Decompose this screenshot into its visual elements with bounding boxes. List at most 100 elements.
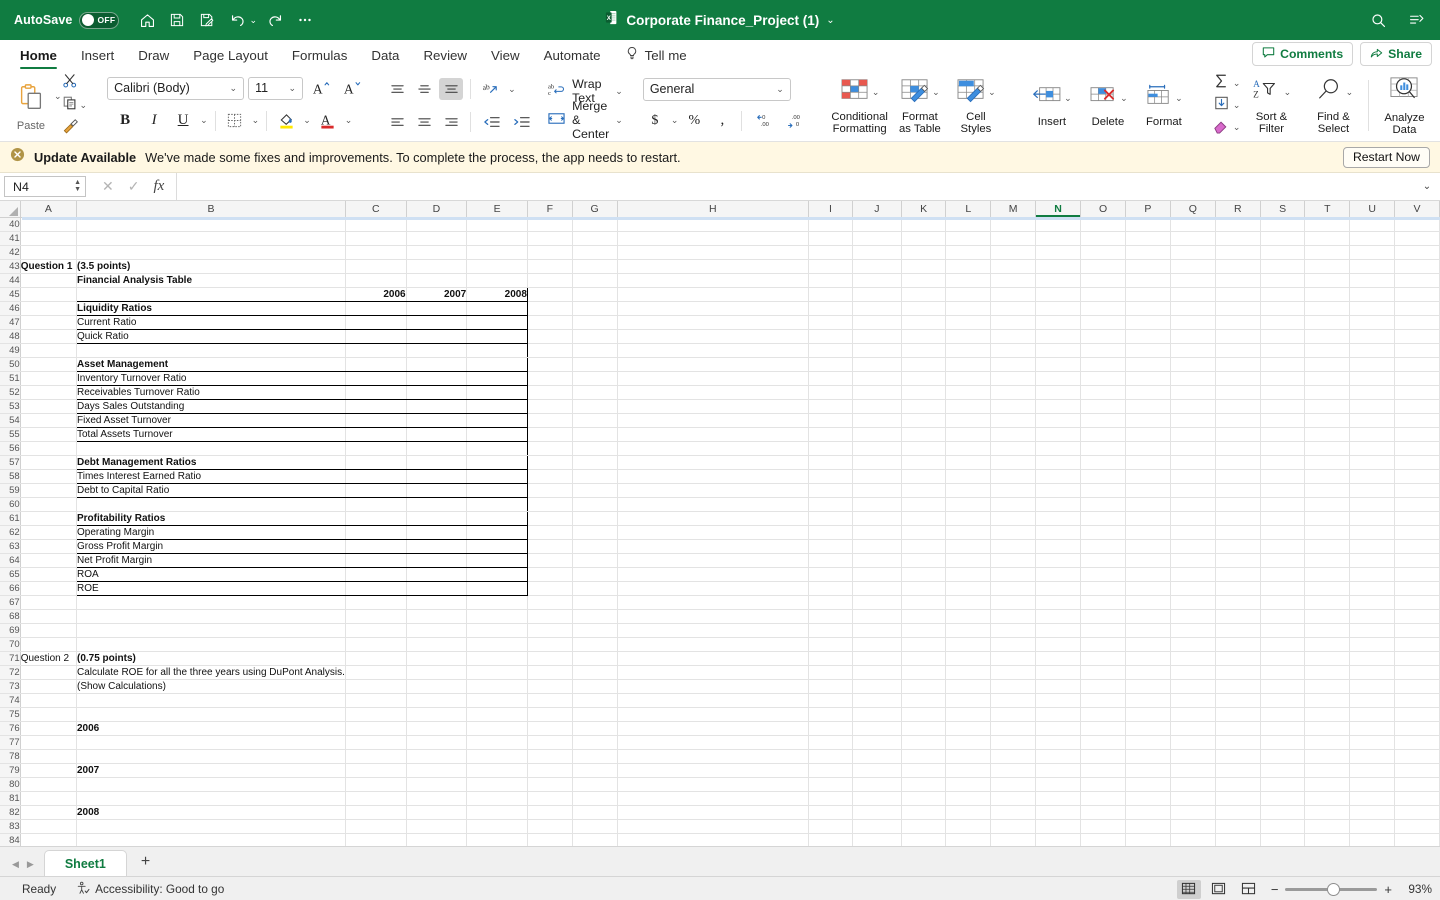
row-header-43[interactable]: 43 bbox=[0, 259, 21, 274]
cell-N77[interactable] bbox=[1035, 735, 1082, 750]
grid-table[interactable]: A B C D E F G H I J K L M N O P Q R S T U V 40 41 42 43 Question 1… bbox=[0, 201, 1440, 846]
cell-E77[interactable] bbox=[466, 735, 528, 750]
cell-R74[interactable] bbox=[1215, 693, 1261, 708]
cell-U57[interactable] bbox=[1349, 455, 1396, 470]
orientation-button[interactable]: ab bbox=[478, 78, 505, 100]
cell-V61[interactable] bbox=[1394, 511, 1440, 526]
cell-O84[interactable] bbox=[1080, 833, 1127, 846]
cell-Q53[interactable] bbox=[1170, 399, 1216, 414]
column-header-G[interactable]: G bbox=[572, 201, 618, 218]
cell-G65[interactable] bbox=[572, 567, 618, 582]
cell-R53[interactable] bbox=[1215, 399, 1261, 414]
cell-I45[interactable] bbox=[808, 287, 853, 302]
cell-D58[interactable] bbox=[405, 469, 468, 484]
analyze-data-button[interactable]: Analyze Data bbox=[1373, 70, 1435, 141]
cell-I57[interactable] bbox=[808, 455, 853, 470]
table-row[interactable]: 72 Calculate ROE for all the three years … bbox=[0, 665, 1440, 680]
cell-S77[interactable] bbox=[1260, 735, 1306, 750]
cell-S53[interactable] bbox=[1260, 399, 1306, 414]
table-row[interactable]: 63 Gross Profit Margin bbox=[0, 539, 1440, 554]
cell-U50[interactable] bbox=[1349, 357, 1396, 372]
cell-U43[interactable] bbox=[1349, 259, 1396, 274]
cell-L84[interactable] bbox=[945, 833, 992, 846]
cell-F75[interactable] bbox=[527, 707, 573, 722]
cell-S69[interactable] bbox=[1260, 623, 1306, 638]
cell-K41[interactable] bbox=[901, 231, 947, 246]
cell-E81[interactable] bbox=[466, 791, 528, 806]
cell-E48[interactable] bbox=[466, 329, 528, 344]
table-row[interactable]: 52 Receivables Turnover Ratio bbox=[0, 385, 1440, 400]
normal-view-icon[interactable] bbox=[1176, 879, 1201, 899]
cell-H44[interactable] bbox=[617, 273, 809, 288]
cell-A60[interactable] bbox=[20, 497, 77, 512]
row-header-58[interactable]: 58 bbox=[0, 469, 21, 484]
cell-R68[interactable] bbox=[1215, 609, 1261, 624]
table-row[interactable]: 82 2008 bbox=[0, 805, 1440, 820]
cell-G52[interactable] bbox=[572, 385, 618, 400]
cell-N59[interactable] bbox=[1035, 483, 1082, 498]
cell-Q66[interactable] bbox=[1170, 581, 1216, 596]
cell-F50[interactable] bbox=[527, 357, 573, 372]
cell-U76[interactable] bbox=[1349, 721, 1396, 736]
table-row[interactable]: 62 Operating Margin bbox=[0, 525, 1440, 540]
row-header-54[interactable]: 54 bbox=[0, 413, 21, 428]
cell-R76[interactable] bbox=[1215, 721, 1261, 736]
cell-N46[interactable] bbox=[1035, 301, 1082, 316]
cell-D49[interactable] bbox=[406, 343, 468, 358]
cell-F62[interactable] bbox=[527, 525, 573, 540]
cell-A74[interactable] bbox=[20, 693, 77, 708]
cell-K54[interactable] bbox=[901, 413, 947, 428]
cell-J43[interactable] bbox=[852, 259, 902, 274]
cell-F74[interactable] bbox=[527, 693, 573, 708]
cell-F76[interactable] bbox=[527, 721, 573, 736]
cell-D83[interactable] bbox=[406, 819, 468, 834]
borders-button[interactable] bbox=[223, 110, 247, 132]
cell-K42[interactable] bbox=[901, 245, 947, 260]
cell-S63[interactable] bbox=[1260, 539, 1306, 554]
cell-K55[interactable] bbox=[901, 427, 947, 442]
cell-M48[interactable] bbox=[990, 329, 1037, 344]
cell-R47[interactable] bbox=[1215, 315, 1261, 330]
autosum-dropdown-caret-icon[interactable]: ⌄ bbox=[1233, 78, 1241, 89]
cell-E64[interactable] bbox=[466, 553, 528, 568]
cell-U79[interactable] bbox=[1349, 763, 1396, 778]
cell-F48[interactable] bbox=[527, 329, 573, 344]
cell-F44[interactable] bbox=[527, 273, 573, 288]
cell-Q74[interactable] bbox=[1170, 693, 1216, 708]
cell-B82[interactable]: 2008 bbox=[76, 805, 346, 820]
cell-U56[interactable] bbox=[1349, 441, 1396, 456]
cell-D48[interactable] bbox=[405, 329, 468, 344]
cell-T41[interactable] bbox=[1304, 231, 1351, 246]
cell-P77[interactable] bbox=[1125, 735, 1171, 750]
cell-D80[interactable] bbox=[406, 777, 468, 792]
cell-T51[interactable] bbox=[1304, 371, 1351, 386]
cell-J84[interactable] bbox=[852, 833, 902, 846]
cell-R52[interactable] bbox=[1215, 385, 1261, 400]
cell-styles-button[interactable]: ⌄ Cell Styles bbox=[948, 70, 1004, 141]
cell-P58[interactable] bbox=[1125, 469, 1171, 484]
save-icon[interactable] bbox=[163, 6, 191, 34]
cell-N68[interactable] bbox=[1035, 609, 1082, 624]
cell-N60[interactable] bbox=[1035, 497, 1082, 512]
zoom-track[interactable] bbox=[1285, 882, 1378, 896]
cell-K62[interactable] bbox=[901, 525, 947, 540]
cell-A43[interactable]: Question 1 bbox=[20, 259, 77, 274]
cell-V62[interactable] bbox=[1394, 525, 1440, 540]
cell-M70[interactable] bbox=[990, 637, 1037, 652]
cell-S60[interactable] bbox=[1260, 497, 1306, 512]
cell-M50[interactable] bbox=[990, 357, 1037, 372]
cell-C60[interactable] bbox=[345, 497, 407, 512]
cell-G76[interactable] bbox=[572, 721, 618, 736]
cell-B53[interactable]: Days Sales Outstanding bbox=[75, 399, 346, 414]
cell-M61[interactable] bbox=[990, 511, 1037, 526]
cell-T82[interactable] bbox=[1304, 805, 1351, 820]
undo-icon[interactable] bbox=[223, 6, 251, 34]
cell-C40[interactable] bbox=[345, 217, 407, 232]
format-painter-button[interactable] bbox=[62, 118, 88, 138]
cell-L56[interactable] bbox=[945, 441, 992, 456]
cell-Q60[interactable] bbox=[1170, 497, 1216, 512]
table-row[interactable]: 65 ROA bbox=[0, 567, 1440, 582]
cell-C84[interactable] bbox=[345, 833, 407, 846]
cell-S47[interactable] bbox=[1260, 315, 1306, 330]
cell-P42[interactable] bbox=[1125, 245, 1171, 260]
